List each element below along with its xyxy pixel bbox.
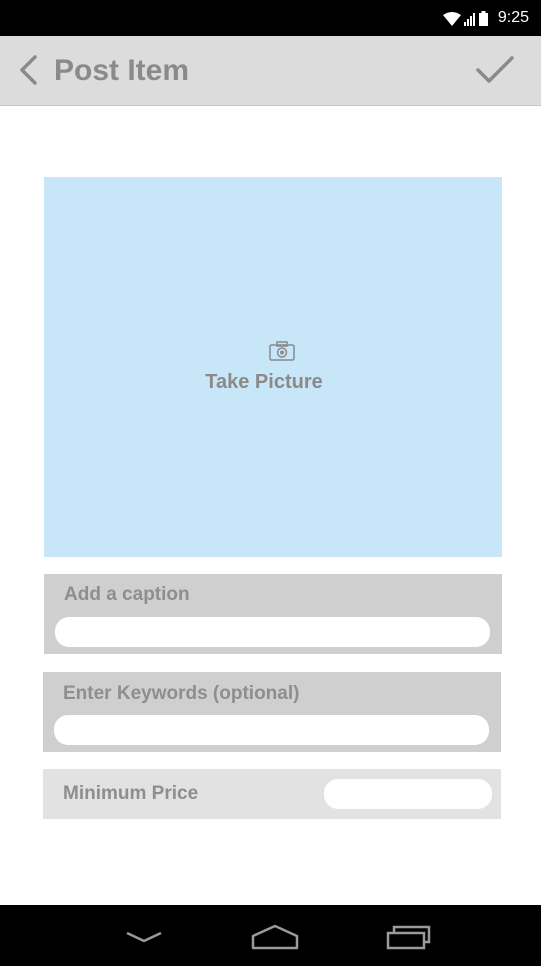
minimum-price-label: Minimum Price (63, 783, 199, 804)
signal-icon (463, 13, 475, 26)
status-time: 9:25 (497, 9, 529, 26)
minimum-price-input[interactable] (324, 779, 492, 809)
battery-icon (478, 11, 488, 26)
nav-home-icon (251, 924, 299, 950)
keywords-label: Enter Keywords (optional) (63, 683, 300, 704)
nav-back-button[interactable] (120, 919, 168, 955)
navigation-bar (0, 905, 541, 966)
nav-back-icon (126, 931, 162, 943)
wifi-icon (442, 12, 461, 26)
status-bar: 9:25 (0, 0, 541, 36)
nav-recents-icon (386, 925, 431, 950)
page-title: Post Item (54, 54, 190, 87)
caption-label: Add a caption (64, 584, 190, 605)
checkmark-icon (476, 56, 514, 83)
camera-icon (269, 340, 295, 361)
confirm-button[interactable] (473, 50, 517, 90)
chevron-left-icon (20, 55, 37, 85)
take-picture-button[interactable]: Take Picture (44, 177, 502, 557)
take-picture-label: Take Picture (205, 370, 323, 393)
nav-recents-button[interactable] (382, 919, 434, 955)
caption-input[interactable] (55, 617, 490, 647)
nav-home-button[interactable] (248, 919, 302, 955)
app-bar: Post Item (0, 36, 541, 106)
back-button[interactable] (10, 52, 46, 88)
keywords-section: Enter Keywords (optional) (43, 672, 501, 752)
caption-section: Add a caption (44, 574, 502, 654)
keywords-input[interactable] (54, 715, 489, 745)
minimum-price-section: Minimum Price (43, 769, 501, 819)
status-icons (442, 10, 488, 26)
